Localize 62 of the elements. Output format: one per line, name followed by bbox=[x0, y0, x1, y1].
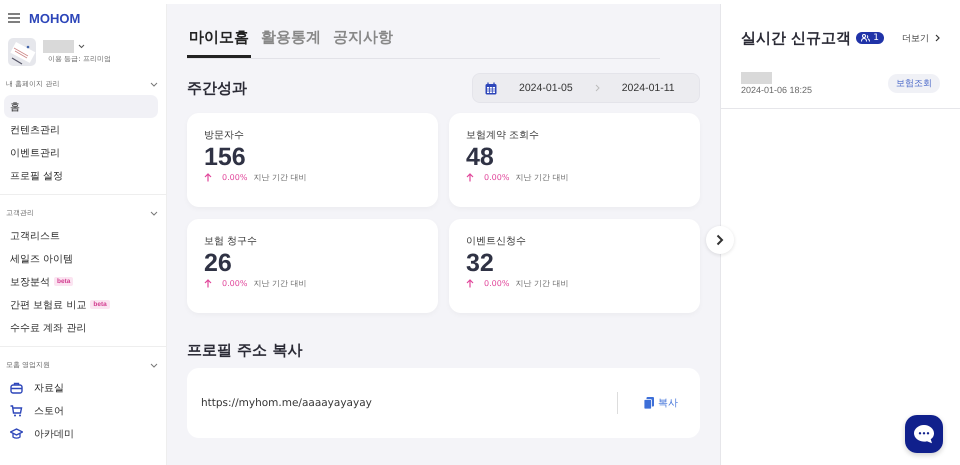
chat-button[interactable] bbox=[905, 415, 943, 453]
sidebar-item[interactable]: 수수료 계좌 관리 bbox=[4, 316, 158, 339]
chevron-right-icon bbox=[594, 84, 600, 92]
arrow-up-icon bbox=[466, 279, 474, 288]
redacted-name bbox=[43, 40, 74, 53]
arrow-up-icon bbox=[466, 173, 474, 182]
section-heading: 주간성과 bbox=[187, 78, 247, 98]
compare-label: 지난 기간 대비 bbox=[515, 172, 569, 183]
logo: MOHOM bbox=[29, 10, 80, 26]
sidebar-item[interactable]: 고객리스트 bbox=[4, 224, 158, 247]
stat-value: 32 bbox=[466, 248, 495, 278]
sidebar-item[interactable]: 세일즈 아이템 bbox=[4, 247, 158, 270]
next-button[interactable] bbox=[706, 226, 734, 254]
chat-bubble-icon bbox=[913, 424, 935, 444]
change-percent: 0.00% bbox=[222, 173, 248, 182]
change-percent: 0.00% bbox=[484, 173, 510, 182]
cart-icon bbox=[10, 404, 23, 416]
stat-value: 26 bbox=[204, 248, 233, 278]
copy-icon bbox=[644, 397, 654, 409]
sidebar-item[interactable]: 프로필 설정 bbox=[4, 164, 158, 187]
stat-label: 보험계약 조회수 bbox=[466, 129, 540, 142]
compare-label: 지난 기간 대비 bbox=[253, 172, 307, 183]
stat-value: 48 bbox=[466, 142, 495, 172]
stat-label: 보험 청구수 bbox=[204, 235, 258, 248]
arrow-up-icon bbox=[204, 279, 212, 288]
compare-label: 지난 기간 대비 bbox=[515, 278, 569, 289]
menu-icon[interactable] bbox=[8, 13, 20, 23]
chevron-icon[interactable] bbox=[150, 362, 158, 368]
chevron-right-icon bbox=[935, 34, 940, 42]
calendar-icon bbox=[485, 82, 497, 94]
stat-value: 156 bbox=[204, 142, 247, 172]
sidebar-item[interactable]: 아카데미 bbox=[4, 422, 158, 445]
stat-label: 방문자수 bbox=[204, 129, 245, 142]
copy-button[interactable]: 복사 bbox=[644, 396, 686, 410]
date-range-picker[interactable]: 2024-01-05 2024-01-11 bbox=[472, 73, 700, 103]
redacted-name bbox=[741, 72, 772, 84]
sidebar-item[interactable]: 자료실 bbox=[4, 376, 158, 399]
customer-time: 2024-01-06 18:25 bbox=[741, 85, 812, 95]
panel-title: 실시간 신규고객 bbox=[741, 28, 852, 48]
sidebar-item[interactable]: 스토어 bbox=[4, 399, 158, 422]
change-percent: 0.00% bbox=[222, 279, 248, 288]
chevron-down-icon[interactable] bbox=[78, 44, 85, 49]
stat-label: 이벤트신청수 bbox=[466, 235, 527, 248]
chevron-icon[interactable] bbox=[150, 82, 158, 86]
sidebar-item[interactable]: 홈 bbox=[4, 95, 158, 118]
briefcase-icon bbox=[10, 382, 23, 394]
graduation-cap-icon bbox=[10, 428, 23, 440]
chevron-right-icon bbox=[716, 234, 724, 246]
arrow-up-icon bbox=[204, 173, 212, 182]
start-date: 2024-01-05 bbox=[519, 82, 573, 94]
chevron-icon[interactable] bbox=[150, 210, 158, 216]
sidebar-item[interactable]: 이벤트관리 bbox=[4, 141, 158, 164]
section-heading: 프로필 주소 복사 bbox=[187, 341, 304, 360]
sidebar-item[interactable]: 컨텐츠관리 bbox=[4, 118, 158, 141]
change-percent: 0.00% bbox=[484, 279, 510, 288]
tab[interactable]: 마이모홈 bbox=[187, 28, 251, 58]
count-badge: 1 bbox=[856, 32, 884, 44]
more-link[interactable]: 더보기 bbox=[902, 32, 940, 44]
compare-label: 지난 기간 대비 bbox=[253, 278, 307, 289]
profile-url: https://myhom.me/aaaayayayay bbox=[201, 397, 373, 409]
end-date: 2024-01-11 bbox=[622, 82, 675, 94]
customer-tag: 보험조회 bbox=[888, 74, 940, 93]
